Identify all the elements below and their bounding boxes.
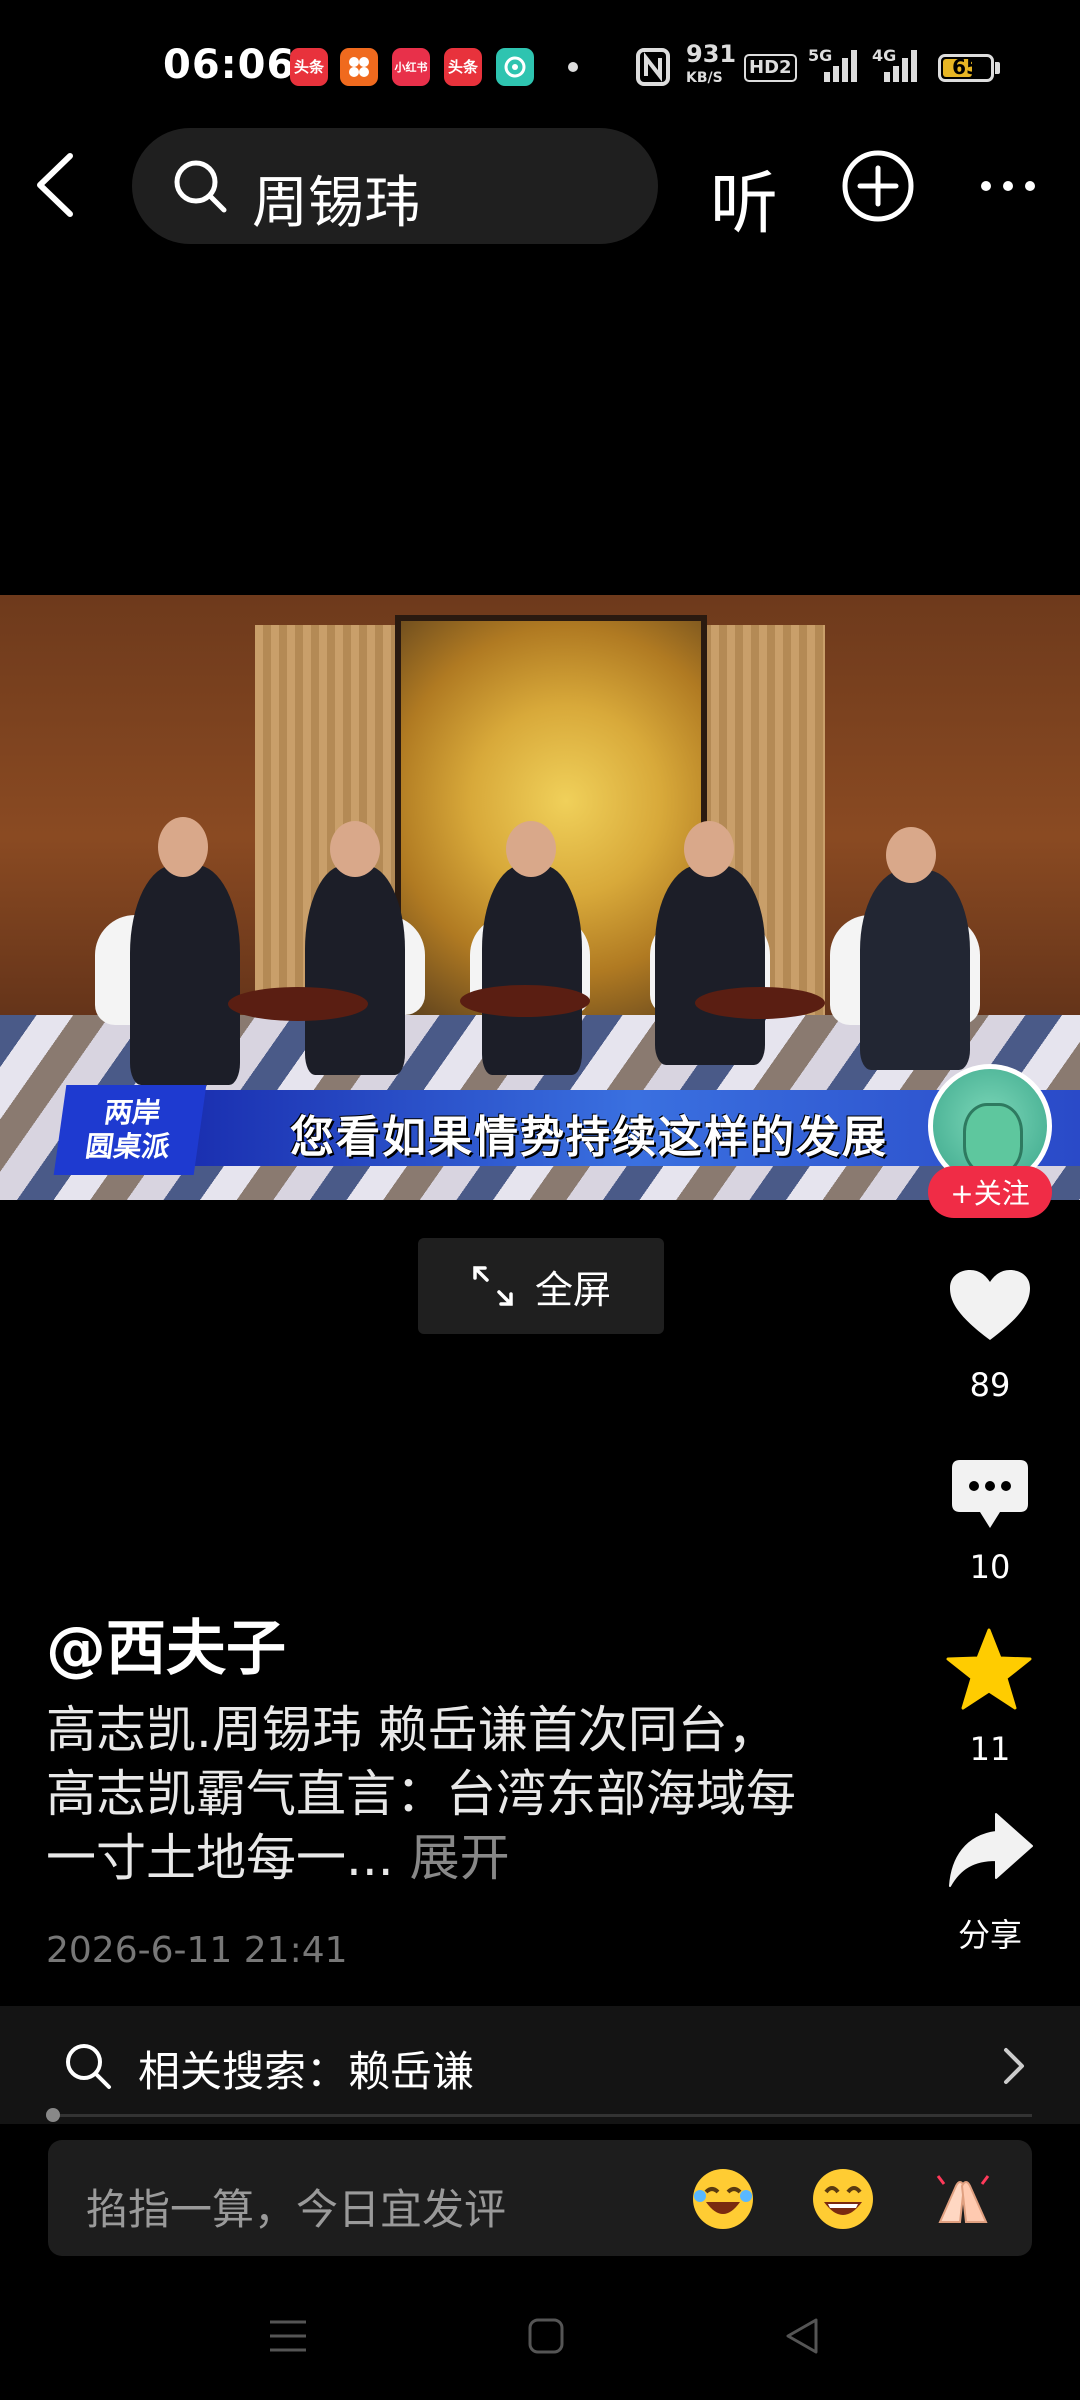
- listen-button[interactable]: 听: [710, 148, 778, 247]
- side-table: [228, 987, 368, 1021]
- expand-link[interactable]: 展开: [410, 1829, 510, 1887]
- comment-bubble-icon[interactable]: [950, 1458, 1030, 1536]
- battery-nub: [995, 62, 1000, 74]
- like-count: 89: [969, 1366, 1011, 1404]
- back-button[interactable]: [30, 150, 80, 224]
- more-options-icon[interactable]: [978, 176, 1038, 200]
- guest-person: [655, 865, 765, 1065]
- menu-nav-icon[interactable]: [268, 2316, 308, 2360]
- home-nav-icon[interactable]: [526, 2316, 566, 2360]
- battery-icon: 65: [938, 54, 994, 82]
- video-player[interactable]: 两岸 圆桌派 您看如果情势持续这样的发展: [0, 595, 1080, 1200]
- video-progress-bar[interactable]: [52, 2114, 1032, 2117]
- fullscreen-label: 全屏: [534, 1267, 611, 1312]
- favorite-star-icon[interactable]: [946, 1628, 1032, 1714]
- add-circle-icon[interactable]: [840, 148, 916, 228]
- follow-button[interactable]: +关注: [928, 1166, 1052, 1218]
- xiaohongshu-app-icon: 小红书: [392, 48, 430, 86]
- person-head: [158, 817, 208, 877]
- back-nav-icon[interactable]: [782, 2316, 822, 2360]
- network-speed: 931: [686, 40, 737, 68]
- search-query[interactable]: 周锡玮: [252, 158, 420, 239]
- clap-hands-emoji-icon[interactable]: [930, 2166, 996, 2246]
- side-table: [460, 985, 590, 1017]
- guest-person: [860, 870, 970, 1070]
- fullscreen-button[interactable]: 全屏: [418, 1238, 664, 1334]
- grin-emoji-icon[interactable]: [810, 2166, 876, 2246]
- author-username[interactable]: @西夫子: [46, 1600, 286, 1687]
- teal-app-icon: [496, 48, 534, 86]
- comment-count: 10: [969, 1548, 1011, 1586]
- person-head: [330, 821, 380, 877]
- related-search-icon: [62, 2040, 114, 2096]
- like-heart-icon[interactable]: [948, 1268, 1032, 1348]
- expand-arrows-icon: [473, 1266, 513, 1306]
- comment-placeholder[interactable]: 掐指一算，今日宜发评: [86, 2176, 506, 2237]
- favorite-count: 11: [969, 1730, 1011, 1768]
- signal-4g-icon: [878, 48, 920, 88]
- network-speed-unit: KB/S: [686, 70, 723, 86]
- share-arrow-icon[interactable]: [946, 1810, 1034, 1894]
- battery-percent: 65: [952, 55, 980, 79]
- show-logo: 两岸 圆桌派: [53, 1085, 207, 1175]
- progress-handle[interactable]: [46, 2108, 60, 2122]
- person-head: [684, 821, 734, 877]
- post-description[interactable]: 高志凯.周锡玮 赖岳谦首次同台，高志凯霸气直言：台湾东部海域每一寸土地每一...…: [46, 1698, 806, 1890]
- notification-dot-icon: [568, 62, 578, 72]
- share-label: 分享: [957, 1916, 1022, 1954]
- search-icon: [170, 156, 230, 220]
- nfc-icon: [636, 48, 670, 90]
- signal-5g-icon: [818, 48, 860, 88]
- chevron-right-icon[interactable]: [1002, 2046, 1026, 2090]
- avatar-mascot-icon: [963, 1103, 1023, 1175]
- guest-person: [305, 865, 405, 1075]
- host-person: [130, 865, 240, 1085]
- status-time: 06:06: [163, 42, 296, 88]
- video-subtitle: 您看如果情势持续这样的发展: [290, 1112, 888, 1163]
- orange-app-icon: [340, 48, 378, 86]
- person-head: [506, 821, 556, 877]
- toutiao-lite-app-icon: 头条: [444, 48, 482, 86]
- guest-person: [482, 865, 582, 1075]
- hd-voice-badge: HD2: [744, 54, 797, 82]
- side-table: [695, 987, 825, 1019]
- related-search-text: 相关搜索：赖岳谦: [138, 2047, 475, 2096]
- laugh-cry-emoji-icon[interactable]: [690, 2166, 756, 2246]
- post-timestamp: 2026-6-11 21:41: [46, 1930, 348, 1971]
- person-head: [886, 827, 936, 883]
- toutiao-app-icon: 头条: [290, 48, 328, 86]
